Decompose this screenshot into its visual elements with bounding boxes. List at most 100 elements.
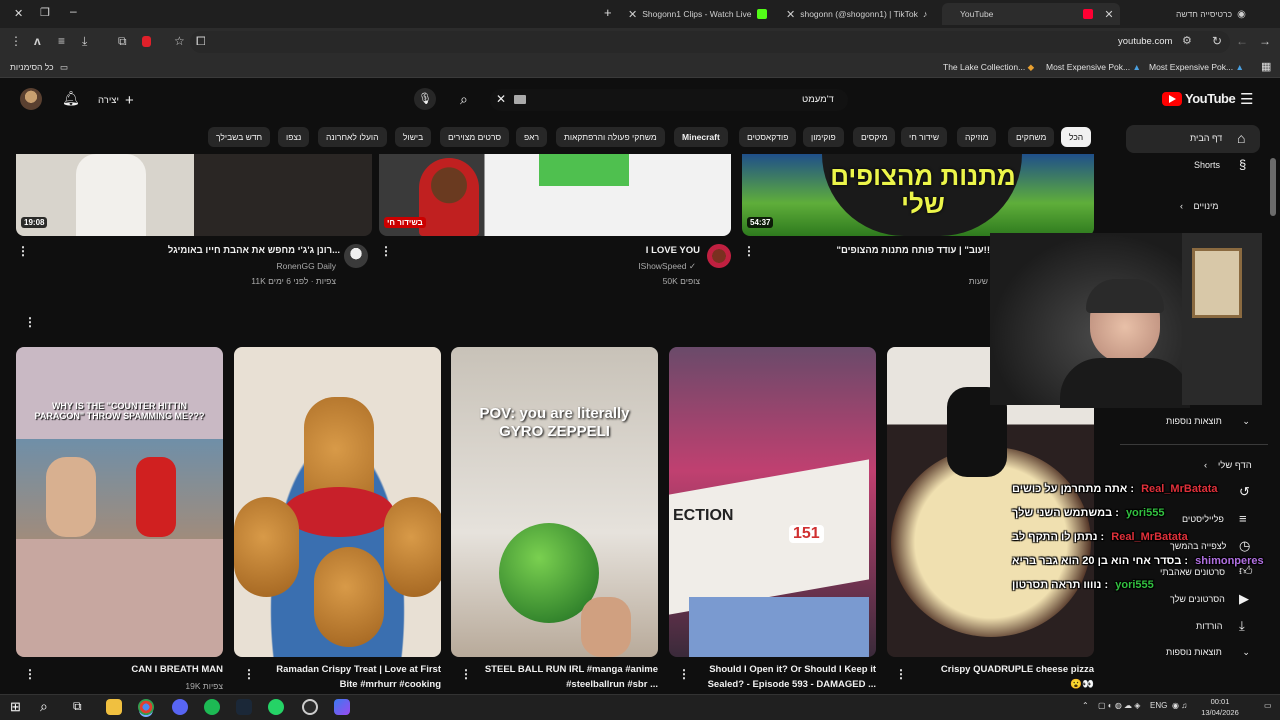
your-videos-icon[interactable]: ▶ (1239, 591, 1249, 607)
more-options-icon[interactable]: ⋮ (17, 244, 29, 258)
tab-youtube[interactable]: YouTube ✕ (942, 3, 1120, 25)
discord-icon[interactable] (172, 699, 188, 715)
bookmark-star-icon[interactable]: ☆ (174, 34, 185, 48)
windows-start-icon[interactable]: ⊞ (10, 699, 21, 715)
tray-overflow-icon[interactable]: ⌃ (1082, 701, 1089, 710)
more-options-icon[interactable]: ⋮ (243, 667, 255, 681)
chip-rap[interactable]: ראפ (516, 127, 548, 147)
history-icon[interactable]: ↺ (1239, 484, 1250, 500)
notifications-bell-icon[interactable]: 🔔︎ (62, 90, 80, 107)
chip-mixes[interactable]: מיקסים (853, 127, 896, 147)
adblock-extension-icon[interactable] (142, 36, 151, 47)
chip-gaming[interactable]: משחקים (1008, 127, 1055, 147)
clock-icon[interactable]: ◷ (1239, 538, 1250, 554)
clock-date[interactable]: 13/04/2026 (1200, 708, 1240, 717)
more-options-icon[interactable]: ⋮ (895, 667, 907, 681)
obs-icon[interactable] (302, 699, 318, 715)
short-thumbnail-pokemon[interactable]: ECTION 151 (669, 347, 876, 657)
avatar[interactable] (20, 88, 42, 110)
close-tab-icon[interactable]: ✕ (628, 8, 637, 21)
notification-center-icon[interactable]: ▭ (1264, 701, 1272, 710)
short-thumbnail-steelball[interactable]: POV: you are literally GYRO ZEPPELI (451, 347, 658, 657)
video-thumbnail-ishowspeed[interactable]: בשידור חי (379, 154, 731, 236)
bookmark-item[interactable]: The Lake Collection... ◆ (943, 62, 1034, 73)
menu-kebab-icon[interactable]: ⋮ (10, 34, 22, 48)
bookmark-item[interactable]: Most Expensive Pok... ▲ (1046, 62, 1141, 72)
sidebar-item-your-videos[interactable]: הסרטונים שלך (1170, 594, 1225, 604)
video-title[interactable]: רונן ג'ג'י מחפש את אהבת חייו באומיגל... (160, 245, 340, 256)
keyboard-icon[interactable] (514, 95, 526, 104)
channel-avatar[interactable] (707, 244, 731, 268)
create-button[interactable]: יצירה + (98, 92, 134, 109)
spotify-icon[interactable] (204, 699, 220, 715)
sidebar-subscriptions-header[interactable]: ‹ מינויים (1180, 201, 1218, 211)
short-title[interactable]: Should I Open it? Or Should I Keep it (680, 664, 876, 675)
more-options-icon[interactable]: ⋮ (24, 667, 36, 681)
short-title[interactable]: CAN I BREATH MAN (40, 664, 223, 675)
file-explorer-icon[interactable] (106, 699, 122, 715)
chip-all[interactable]: הכל (1061, 127, 1092, 147)
shorts-shelf-options-icon[interactable]: ⋮ (24, 315, 36, 329)
bookmark-item[interactable]: Most Expensive Pok... ▲ (1149, 62, 1244, 72)
tab-tiktok[interactable]: ✕ shogonn (@shogonn1) | TikTok ♪ (786, 3, 936, 25)
chip-podcasts[interactable]: פודקאסטים (739, 127, 797, 147)
short-thumbnail-breath[interactable]: WHY IS THE "COUNTER HITTIN PARAGON" THRO… (16, 347, 223, 657)
task-view-icon[interactable]: ⧉ (73, 699, 82, 714)
youtube-logo[interactable]: YouTube (1162, 91, 1236, 106)
search-icon[interactable]: ⌕ (460, 91, 468, 108)
video-thumbnail-oded[interactable]: מתנות מהצופים שלי 54:37 (742, 154, 1094, 236)
reload-icon[interactable]: ↻ (1212, 34, 1222, 48)
video-thumbnail-ronengg[interactable]: 19:08 (16, 154, 372, 236)
short-title[interactable]: STEEL BALL RUN IRL #manga #anime (462, 664, 658, 675)
sidebar-more-results-2[interactable]: תוצאות נוספות ⌄ (1166, 647, 1250, 658)
sidebar-more-results[interactable]: תוצאות נוספות ⌄ (1166, 416, 1250, 427)
forward-icon[interactable]: ← (1236, 34, 1248, 48)
chip-new-to-you[interactable]: חדש בשבילך (208, 127, 271, 147)
install-app-icon[interactable]: ⧠ (196, 34, 206, 49)
short-thumbnail-ramadan[interactable] (234, 347, 441, 657)
channel-name[interactable]: IShowSpeed ✓ (560, 261, 696, 272)
chip-pokemon[interactable]: פוקימון (803, 127, 844, 147)
playlists-icon[interactable]: ≡ (1239, 511, 1247, 526)
sidebar-you-header[interactable]: ‹ הדף שלי (1204, 460, 1252, 471)
chip-minecraft[interactable]: Minecraft (674, 127, 728, 147)
chip-watched[interactable]: נצפו (278, 127, 310, 147)
video-title[interactable]: "עוב" | עודד פותח מתנות מהצופים!! (820, 245, 990, 256)
channel-avatar[interactable] (344, 244, 368, 268)
download-icon[interactable]: ⤓ (1239, 618, 1245, 634)
short-title[interactable]: Ramadan Crispy Treat | Love at First (244, 664, 441, 675)
tab-shogonn-clips[interactable]: ✕ Shogonn1 Clips - Watch Live (628, 3, 778, 25)
chip-cooking[interactable]: בישול (395, 127, 432, 147)
chip-live[interactable]: שידור חי (901, 127, 948, 147)
more-options-icon[interactable]: ⋮ (678, 667, 690, 681)
close-tab-icon[interactable]: ✕ (1104, 8, 1113, 21)
back-icon[interactable]: → (1259, 34, 1271, 48)
close-window-icon[interactable]: ✕ (14, 7, 23, 20)
site-settings-icon[interactable]: ⚙ (1182, 34, 1192, 47)
download-icon[interactable]: ⤓ (82, 34, 87, 49)
chip-recently-uploaded[interactable]: הועלו לאחרונה (318, 127, 387, 147)
hamburger-menu-icon[interactable]: ☰ (1240, 90, 1253, 108)
short-title[interactable]: Crispy QUADRUPLE cheese pizza (900, 664, 1094, 675)
clock-time[interactable]: 00:01 (1200, 697, 1240, 706)
address-bar[interactable]: youtube.com ⚙ (190, 31, 1230, 53)
sidebar-item-playlists[interactable]: פלייליסטים (1182, 514, 1224, 524)
sidebar-item-downloads[interactable]: הורדות (1196, 621, 1222, 631)
minimize-window-icon[interactable]: – (70, 4, 77, 18)
more-options-icon[interactable]: ⋮ (743, 244, 755, 258)
extensions-puzzle-icon[interactable]: ⧉ (118, 34, 127, 49)
extension-icon[interactable]: ᴧ (34, 34, 41, 48)
sidebar-item-liked[interactable]: סרטונים שאהבתי (1160, 567, 1225, 577)
chip-music[interactable]: מוזיקה (957, 127, 997, 147)
voice-search-icon[interactable]: 🎙︎ (414, 88, 436, 110)
chip-cartoons[interactable]: סרטים מצוירים (440, 127, 510, 147)
all-bookmarks-link[interactable]: כל הסימניות ▭ (10, 62, 68, 73)
tab-new-tab[interactable]: כרטיסייה חדשה ◉ (1176, 3, 1276, 25)
chip-action-adventure[interactable]: משחקי פעולה והרפתקאות (556, 127, 665, 147)
app-icon[interactable] (334, 699, 350, 715)
channel-name[interactable]: RonenGG Daily (200, 261, 336, 271)
sidebar-item-shorts[interactable]: Shorts § (1126, 154, 1260, 178)
restore-window-icon[interactable]: ❐ (40, 6, 50, 19)
steam-icon[interactable] (236, 699, 252, 715)
network-volume-icons[interactable]: ◉ ♫ (1172, 701, 1187, 710)
